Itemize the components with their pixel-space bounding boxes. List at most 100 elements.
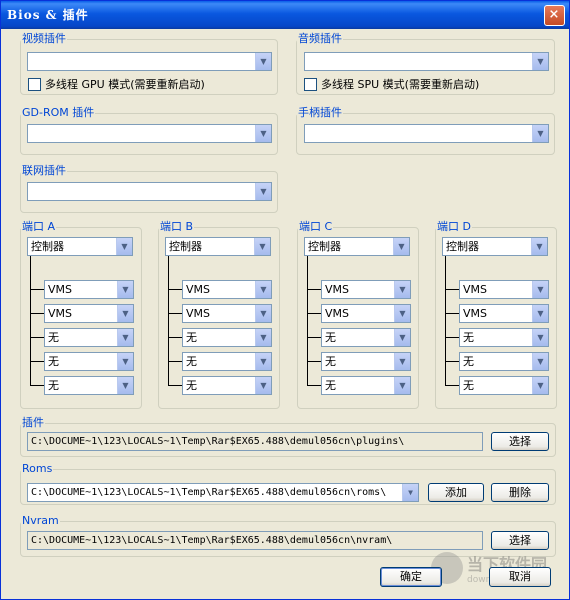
port-title: 端口 A [21, 220, 57, 234]
plugins-path-title: 插件 [21, 416, 45, 430]
chevron-down-icon: ▼ [255, 183, 271, 200]
chevron-down-icon: ▼ [255, 281, 271, 298]
tree-branch-line [168, 337, 182, 338]
tree-branch-line [30, 313, 44, 314]
port-device-select[interactable]: 控制器 ▼ [304, 237, 410, 256]
chevron-down-icon: ▼ [117, 329, 133, 346]
port-device-select[interactable]: 控制器 ▼ [442, 237, 548, 256]
roms-delete-button[interactable]: 删除 [491, 483, 549, 502]
port-group: 端口 D 控制器 ▼ VMS ▼ VMS ▼ 无 ▼ 无 ▼ 无 ▼ [435, 220, 557, 409]
tree-branch-line [445, 337, 459, 338]
chevron-down-icon: ▼ [255, 53, 271, 70]
checkbox-box[interactable] [28, 77, 41, 91]
port-slot-select[interactable]: 无 ▼ [321, 328, 411, 347]
chevron-down-icon: ▼ [117, 353, 133, 370]
port-slot-select[interactable]: 无 ▼ [44, 352, 134, 371]
tree-branch-line [307, 361, 321, 362]
plugins-path-field[interactable]: C:\DOCUME~1\123\LOCALS~1\Temp\Rar$EX65.4… [27, 432, 483, 451]
port-slot-select[interactable]: 无 ▼ [459, 328, 549, 347]
audio-multithread-label: 多线程 SPU 模式(需要重新启动) [321, 78, 480, 91]
chevron-down-icon: ▼ [394, 305, 410, 322]
chevron-down-icon: ▼ [255, 125, 271, 142]
port-slot-select[interactable]: 无 ▼ [182, 376, 272, 395]
port-group: 端口 B 控制器 ▼ VMS ▼ VMS ▼ 无 ▼ 无 ▼ 无 ▼ [158, 220, 280, 409]
port-slot-select[interactable]: 无 ▼ [459, 376, 549, 395]
chevron-down-icon: ▼ [394, 353, 410, 370]
chevron-down-icon: ▼ [531, 238, 547, 255]
tree-branch-line [307, 289, 321, 290]
chevron-down-icon: ▼ [117, 305, 133, 322]
port-slot-select[interactable]: 无 ▼ [321, 352, 411, 371]
port-slot-select[interactable]: 无 ▼ [182, 328, 272, 347]
ok-button[interactable]: 确定 [380, 567, 442, 587]
port-slot-select[interactable]: VMS ▼ [182, 280, 272, 299]
audio-plugin-group: 音频插件 ▼ 多线程 SPU 模式(需要重新启动) [296, 32, 555, 95]
port-slot-select[interactable]: 无 ▼ [459, 352, 549, 371]
chevron-down-icon: ▼ [532, 53, 548, 70]
gdrom-plugin-title: GD-ROM 插件 [21, 106, 96, 120]
network-plugin-title: 联网插件 [21, 164, 67, 178]
video-multithread-label: 多线程 GPU 模式(需要重新启动) [45, 78, 205, 91]
network-plugin-group: 联网插件 ▼ [20, 164, 278, 213]
port-slot-select[interactable]: VMS ▼ [321, 304, 411, 323]
tree-branch-line [445, 289, 459, 290]
chevron-down-icon: ▼ [532, 305, 548, 322]
audio-plugin-select[interactable]: ▼ [304, 52, 549, 71]
tree-connector-line [30, 256, 31, 386]
port-group: 端口 A 控制器 ▼ VMS ▼ VMS ▼ 无 ▼ 无 ▼ 无 ▼ [20, 220, 142, 409]
port-slot-select[interactable]: 无 ▼ [321, 376, 411, 395]
joystick-plugin-group: 手柄插件 ▼ [296, 106, 555, 155]
port-title: 端口 D [436, 220, 472, 234]
plugins-select-button[interactable]: 选择 [491, 432, 549, 451]
port-device-select[interactable]: 控制器 ▼ [27, 237, 133, 256]
joystick-plugin-select[interactable]: ▼ [304, 124, 549, 143]
chevron-down-icon: ▼ [532, 377, 548, 394]
chevron-down-icon: ▼ [532, 353, 548, 370]
port-slot-select[interactable]: VMS ▼ [44, 304, 134, 323]
chevron-down-icon: ▼ [532, 125, 548, 142]
tree-branch-line [30, 385, 44, 386]
chevron-down-icon: ▼ [394, 377, 410, 394]
checkbox-box[interactable] [304, 77, 317, 91]
tree-branch-line [30, 289, 44, 290]
video-plugin-group: 视频插件 ▼ 多线程 GPU 模式(需要重新启动) [20, 32, 278, 95]
video-multithread-checkbox[interactable]: 多线程 GPU 模式(需要重新启动) [28, 76, 205, 92]
chevron-down-icon: ▼ [402, 484, 418, 501]
tree-branch-line [445, 313, 459, 314]
port-title: 端口 B [159, 220, 195, 234]
gdrom-plugin-group: GD-ROM 插件 ▼ [20, 106, 278, 155]
gdrom-plugin-select[interactable]: ▼ [27, 124, 272, 143]
title-bar[interactable]: Bios & 插件 × [1, 1, 569, 29]
chevron-down-icon: ▼ [117, 377, 133, 394]
tree-branch-line [307, 337, 321, 338]
roms-add-button[interactable]: 添加 [428, 483, 484, 502]
roms-title: Roms [21, 462, 54, 476]
tree-branch-line [168, 385, 182, 386]
port-slot-select[interactable]: 无 ▼ [44, 328, 134, 347]
port-slot-select[interactable]: 无 ▼ [182, 352, 272, 371]
tree-branch-line [307, 313, 321, 314]
close-button[interactable]: × [544, 5, 565, 26]
tree-connector-line [445, 256, 446, 386]
port-slot-select[interactable]: VMS ▼ [459, 304, 549, 323]
close-icon: × [548, 7, 561, 22]
nvram-select-button[interactable]: 选择 [491, 531, 549, 550]
chevron-down-icon: ▼ [117, 281, 133, 298]
port-slot-select[interactable]: 无 ▼ [44, 376, 134, 395]
chevron-down-icon: ▼ [255, 353, 271, 370]
cancel-button[interactable]: 取消 [489, 567, 551, 587]
port-slot-select[interactable]: VMS ▼ [321, 280, 411, 299]
port-slot-select[interactable]: VMS ▼ [459, 280, 549, 299]
port-device-select[interactable]: 控制器 ▼ [165, 237, 271, 256]
network-plugin-select[interactable]: ▼ [27, 182, 272, 201]
roms-path-select[interactable]: C:\DOCUME~1\123\LOCALS~1\Temp\Rar$EX65.4… [27, 483, 419, 502]
tree-branch-line [30, 337, 44, 338]
port-slot-select[interactable]: VMS ▼ [182, 304, 272, 323]
port-title: 端口 C [298, 220, 334, 234]
nvram-path-field[interactable]: C:\DOCUME~1\123\LOCALS~1\Temp\Rar$EX65.4… [27, 531, 483, 550]
audio-multithread-checkbox[interactable]: 多线程 SPU 模式(需要重新启动) [304, 76, 479, 92]
plugins-path-group: 插件 C:\DOCUME~1\123\LOCALS~1\Temp\Rar$EX6… [20, 416, 556, 457]
video-plugin-select[interactable]: ▼ [27, 52, 272, 71]
port-slot-select[interactable]: VMS ▼ [44, 280, 134, 299]
tree-branch-line [307, 385, 321, 386]
